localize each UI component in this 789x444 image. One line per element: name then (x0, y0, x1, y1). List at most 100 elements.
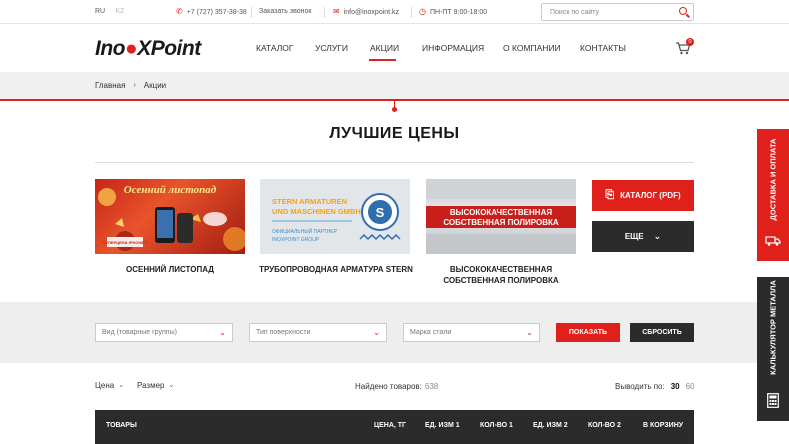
delivery-payment-label: Доставка и оплата (768, 138, 778, 221)
clock-icon: ◷ (419, 7, 426, 16)
breadcrumb-separator: › (133, 82, 136, 89)
promo-image-polish[interactable]: ВЫСОКОКАЧЕСТВЕННАЯ СОБСТВЕННАЯ ПОЛИРОВКА (426, 179, 576, 254)
table-header-cart: В КОРЗИНУ (643, 422, 684, 429)
divider (411, 7, 412, 18)
found-count: Найдено товаров: 638 (355, 382, 438, 391)
reset-button[interactable]: СБРОСИТЬ (630, 323, 694, 342)
per-page-label: Выводить по: (615, 382, 665, 391)
chevron-down-icon: ⌄ (373, 328, 380, 337)
chevron-down-icon: ⌄ (526, 328, 533, 337)
sort-price[interactable]: Цена ⌄ (95, 381, 124, 390)
callback-link[interactable]: Заказать звонок (259, 8, 311, 15)
logo-text-ino: Ino (95, 37, 126, 60)
catalog-pdf-button[interactable]: ⎘ КАТАЛОГ (PDF) (592, 180, 694, 211)
steel-grade-select[interactable]: Марка стали ⌄ (403, 323, 540, 342)
language-switcher: RU · KZ (95, 8, 124, 15)
logo[interactable]: Ino●XPoint (95, 37, 201, 61)
table-header-unit1: ЕД. ИЗМ 1 (425, 422, 460, 429)
more-button[interactable]: ЕЩЕ ⌄ (592, 221, 694, 252)
sort-price-label: Цена (95, 381, 115, 390)
per-page-60[interactable]: 60 (686, 382, 695, 391)
delivery-payment-tab[interactable]: Доставка и оплата (757, 129, 789, 261)
logo-text-x: ● (125, 37, 138, 60)
metal-calculator-tab[interactable]: Калькулятор металла (757, 277, 789, 421)
calculator-icon (767, 393, 779, 408)
breadcrumb: Главная › Акции (95, 81, 166, 90)
autumn-banner-headline: Осенний листопад (124, 184, 217, 196)
nav-information[interactable]: ИНФОРМАЦИЯ (422, 43, 484, 53)
breadcrumb-home[interactable]: Главная (95, 81, 125, 90)
lang-kz[interactable]: KZ (115, 8, 124, 15)
sort-size-label: Размер (137, 381, 165, 390)
divider (324, 7, 325, 18)
pdf-icon: ⎘ (605, 189, 615, 201)
phone-icon: ✆ (176, 7, 183, 16)
polish-banner-graphic: ВЫСОКОКАЧЕСТВЕННАЯ СОБСТВЕННАЯ ПОЛИРОВКА (426, 179, 576, 254)
found-label: Найдено товаров: (355, 382, 422, 391)
nav-catalog[interactable]: КАТАЛОГ (256, 43, 294, 53)
sort-size[interactable]: Размер ⌄ (137, 381, 174, 390)
autumn-banner-badge: СУПЕРЦЕНА iPHONE 7 (103, 240, 148, 245)
polish-banner-line1: ВЫСОКОКАЧЕСТВЕННАЯ (450, 208, 552, 217)
divider (95, 162, 694, 163)
stern-banner-line4: INOXPOINT GROUP (272, 237, 320, 243)
chevron-down-icon: ⌄ (118, 382, 125, 389)
product-group-value: Вид (товарные группы) (102, 329, 177, 336)
logo-text-x-letter: X (137, 37, 151, 60)
phone-contact[interactable]: ✆ +7 (727) 357-38-38 (176, 8, 247, 16)
product-table-header: ТОВАРЫ ЦЕНА, ТГ ЕД. ИЗМ 1 КОЛ-ВО 1 ЕД. И… (95, 410, 694, 444)
divider (251, 7, 252, 18)
truck-icon (765, 236, 781, 246)
table-header-price[interactable]: ЦЕНА, ТГ (374, 422, 406, 429)
search-box (541, 3, 694, 21)
chevron-down-icon: ⌄ (219, 328, 226, 337)
more-label: ЕЩЕ (624, 232, 644, 241)
email-link[interactable]: ✉ info@inoxpoint.kz (333, 8, 399, 16)
mail-icon: ✉ (333, 7, 340, 16)
catalog-pdf-label: КАТАЛОГ (PDF) (620, 191, 681, 200)
top-bar: RU · KZ ✆ +7 (727) 357-38-38 Заказать звон… (0, 0, 789, 24)
stern-banner-graphic: STERN ARMATUREN UND MASCHINEN GMBH ОФИЦИ… (272, 193, 401, 243)
autumn-banner-graphic: Осенний листопад СУПЕРЦЕНА iPHONE 7 (98, 184, 245, 251)
search-icon[interactable] (679, 7, 687, 15)
nav-active-indicator (369, 59, 396, 61)
logo-text-point: Point (150, 37, 202, 60)
promo-title-stern[interactable]: ТРУБОПРОВОДНАЯ АРМАТУРА STERN (256, 264, 416, 275)
working-hours: ◷ ПН-ПТ 9:00-18:00 (419, 8, 487, 16)
nav-contacts[interactable]: КОНТАКТЫ (580, 43, 626, 53)
steel-grade-value: Марка стали (410, 329, 452, 336)
found-number: 638 (424, 382, 439, 391)
nav-about[interactable]: О КОМПАНИИ (503, 43, 561, 53)
table-header-qty2: КОЛ-ВО 2 (588, 422, 621, 429)
search-input[interactable] (542, 4, 672, 20)
promo-title-autumn[interactable]: ОСЕННИЙ ЛИСТОПАД (90, 264, 250, 275)
surface-type-select[interactable]: Тип поверхности ⌄ (249, 323, 387, 342)
table-header-unit2: ЕД. ИЗМ 2 (533, 422, 568, 429)
stern-banner-line2: UND MASCHINEN GMBH (272, 207, 361, 216)
hours-text: ПН-ПТ 9:00-18:00 (429, 8, 488, 16)
promo-image-stern[interactable]: STERN ARMATUREN UND MASCHINEN GMBH ОФИЦИ… (260, 179, 410, 254)
stern-banner-line1: STERN ARMATUREN (272, 197, 347, 206)
accent-line-dot (392, 107, 397, 112)
per-page-30[interactable]: 30 (671, 382, 680, 391)
phone-number: +7 (727) 357-38-38 (186, 8, 247, 16)
table-header-qty1: КОЛ-ВО 1 (480, 422, 513, 429)
cart-count-badge: 0 (686, 38, 694, 46)
table-header-products[interactable]: ТОВАРЫ (106, 422, 137, 429)
show-button[interactable]: ПОКАЗАТЬ (556, 323, 620, 342)
promo-title-polish[interactable]: ВЫСОКОКАЧЕСТВЕННАЯ СОБСТВЕННАЯ ПОЛИРОВКА (421, 264, 581, 286)
chevron-down-icon: ⌄ (168, 382, 175, 389)
nav-services[interactable]: УСЛУГИ (315, 43, 348, 53)
lang-ru[interactable]: RU (95, 8, 105, 15)
polish-banner-line2: СОБСТВЕННАЯ ПОЛИРОВКА (443, 218, 559, 227)
email-address: info@inoxpoint.kz (343, 8, 400, 16)
breadcrumb-current: Акции (143, 81, 167, 90)
nav-promotions[interactable]: АКЦИИ (370, 43, 399, 53)
surface-type-value: Тип поверхности (256, 329, 311, 336)
promo-image-autumn[interactable]: Осенний листопад СУПЕРЦЕНА iPHONE 7 (95, 179, 245, 254)
page-title: ЛУЧШИЕ ЦЕНЫ (329, 125, 460, 142)
per-page-selector: Выводить по: 30 60 (615, 382, 695, 391)
lang-separator: · (109, 8, 112, 15)
callback-label: Заказать звонок (259, 8, 312, 15)
product-group-select[interactable]: Вид (товарные группы) ⌄ (95, 323, 233, 342)
